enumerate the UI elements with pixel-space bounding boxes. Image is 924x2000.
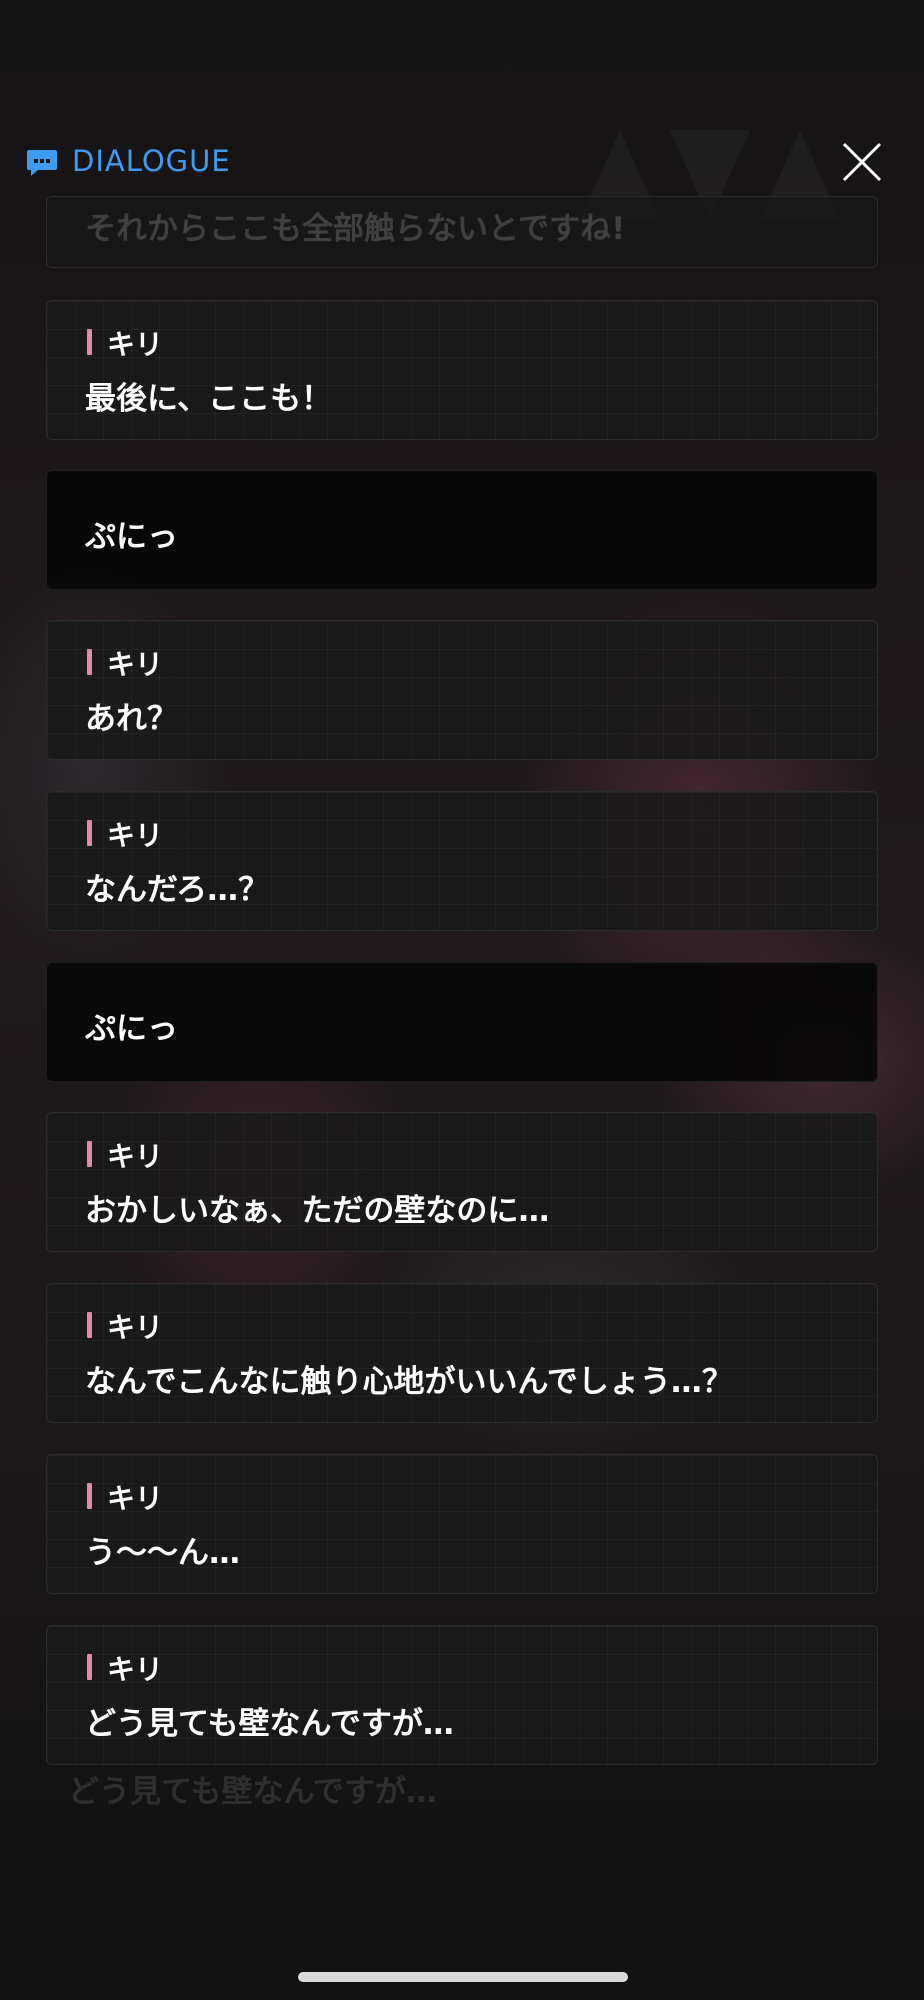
dialogue-entry: キリ どう見ても壁なんですが… (46, 1625, 878, 1765)
dialogue-text: あれ？ (85, 701, 178, 737)
narration-entry: ぷにっ (46, 962, 878, 1082)
dialogue-text: おかしいなぁ、ただの壁なのに… (85, 1193, 550, 1229)
dialogue-entry: キリ 最後に、ここも！ (46, 300, 878, 440)
chat-bubble-icon (27, 150, 57, 176)
dialogue-entry: キリ あれ？ (46, 620, 878, 760)
dialogue-text: なんだろ…？ (85, 872, 270, 908)
speaker-marker (87, 649, 92, 675)
speaker-name: キリ (107, 328, 164, 361)
narration-text: ぷにっ (85, 1011, 178, 1047)
speaker-marker (87, 1141, 92, 1167)
dialogue-text: どう見ても壁なんですが… (85, 1706, 454, 1742)
speaker-name: キリ (107, 648, 164, 681)
speaker-name: キリ (107, 1311, 164, 1344)
dialogue-entry: キリ なんだろ…？ (46, 791, 878, 931)
dialogue-entry: キリ う～～ん… (46, 1454, 878, 1594)
speaker-marker (87, 1654, 92, 1680)
speaker-marker (87, 329, 92, 355)
speaker-name: キリ (107, 819, 164, 852)
dialogue-text: 最後に、ここも！ (85, 381, 333, 417)
page-title: DIALOGUE (72, 144, 231, 178)
dialogue-entry: キリ おかしいなぁ、ただの壁なのに… (46, 1112, 878, 1252)
speaker-name: キリ (107, 1482, 164, 1515)
home-indicator[interactable] (298, 1972, 628, 1982)
close-icon[interactable] (836, 136, 888, 188)
speaker-marker (87, 1312, 92, 1338)
dialogue-entry-partial: それからここも全部触らないとですね! (46, 196, 878, 268)
dialogue-log-list[interactable]: それからここも全部触らないとですね! キリ 最後に、ここも！ ぷにっ キリ あれ… (0, 196, 924, 1786)
speaker-name: キリ (107, 1140, 164, 1173)
dialogue-text: う～～ん… (85, 1535, 240, 1571)
speaker-marker (87, 1483, 92, 1509)
narration-entry: ぷにっ (46, 470, 878, 590)
dialogue-text: それからここも全部触らないとですね! (85, 211, 626, 247)
dialogue-entry: キリ なんでこんなに触り心地がいいんでしょう…？ (46, 1283, 878, 1423)
dialogue-header: DIALOGUE (0, 130, 924, 196)
background-dialogue-text: どう見ても壁なんですが… (68, 1774, 437, 1810)
speaker-name: キリ (107, 1653, 164, 1686)
dialogue-text: なんでこんなに触り心地がいいんでしょう…？ (85, 1364, 733, 1400)
narration-text: ぷにっ (85, 519, 178, 555)
speaker-marker (87, 820, 92, 846)
